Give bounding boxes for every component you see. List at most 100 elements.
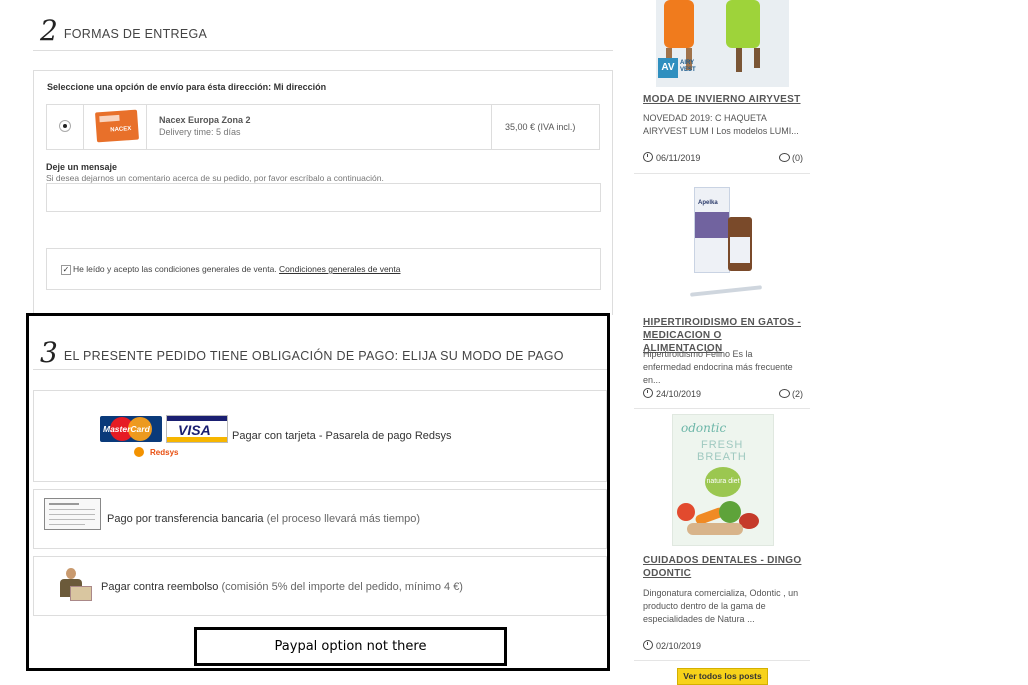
carrier-radio-cell (47, 105, 84, 149)
post-1-comments: (0) (792, 152, 803, 163)
post-3-title[interactable]: CUIDADOS DENTALES - DINGO ODONTIC (643, 554, 803, 580)
post-3-date-wrap: 02/10/2019 (643, 640, 701, 651)
shipping-panel: Seleccione una opción de envío para ésta… (33, 70, 613, 315)
post-2-comments: (2) (792, 388, 803, 399)
redsys-icon (134, 447, 144, 457)
post-3-image[interactable]: odontic FRESH BREATH natura diet (672, 414, 774, 546)
post-3-separator (634, 660, 810, 661)
post-3-veg-broccoli (719, 501, 741, 523)
nacex-logo: NACEX (95, 109, 139, 143)
bank-transfer-icon (44, 498, 101, 530)
shipping-select-label: Seleccione una opción de envío para ésta… (47, 82, 327, 92)
carrier-radio[interactable] (59, 120, 71, 132)
post-2-date: 24/10/2019 (656, 389, 702, 399)
terms-text-wrap: He leído y acepto las condiciones genera… (73, 264, 401, 274)
message-textarea[interactable] (46, 183, 601, 212)
post-1-image[interactable]: AV AIRY VEST (656, 0, 789, 87)
post-2-bottle-label (730, 237, 750, 263)
post-2-box: Apelka (694, 187, 730, 273)
post-1-comments-wrap[interactable]: (0) (779, 152, 803, 163)
step2-divider (33, 50, 613, 51)
post-2-comments-wrap[interactable]: (2) (779, 388, 803, 399)
payment-option-cod[interactable]: Pagar contra reembolso (comisión 5% del … (33, 556, 607, 616)
post-1-title[interactable]: MODA DE INVIERNO AIRYVEST (643, 93, 803, 106)
post-2-excerpt: Hipertiroidismo Felino Es la enfermedad … (643, 349, 793, 385)
payment-option-cod-label: Pagar contra reembolso (101, 581, 219, 593)
airyvest-logo-icon: AV (658, 58, 678, 78)
delivery-person-icon (54, 566, 94, 602)
bank-doc-line-3 (49, 514, 95, 515)
bank-doc-line-1 (49, 503, 79, 505)
post-3-veg-potato (687, 523, 743, 535)
post-1-dog-leg-3 (736, 48, 742, 72)
post-3-natura-badge: natura diet (705, 467, 741, 497)
bank-doc-line-2 (49, 509, 95, 510)
delivery-person-head (66, 568, 76, 579)
post-1-dog-leg-4 (754, 48, 760, 68)
post-1-excerpt: NOVEDAD 2019: C HAQUETA AIRYVEST LUM I L… (643, 113, 799, 136)
annotation-box: Paypal option not there (194, 627, 507, 666)
carrier-radio-dot (63, 124, 67, 128)
post-2-syringe (689, 285, 763, 297)
mastercard-text: MasterCard (103, 424, 150, 434)
terms-box: ✓ He leído y acepto las condiciones gene… (46, 248, 601, 290)
clock-icon (643, 388, 653, 398)
step2-number: 2 (40, 14, 58, 47)
post-1-dog-vest-green (726, 0, 760, 48)
post-3-meta: 02/10/2019 (643, 640, 803, 651)
post-1-dog-vest-orange (664, 0, 694, 48)
clock-icon (643, 640, 653, 650)
visa-logo: VISA (166, 415, 228, 443)
post-2-box-label: Apelka (698, 200, 718, 206)
nacex-logo-text: NACEX (110, 126, 132, 134)
blog-sidebar: AV AIRY VEST MODA DE INVIERNO AIRYVEST N… (634, 0, 810, 685)
terms-text: He leído y acepto las condiciones genera… (73, 264, 277, 274)
post-3-breath-text: BREATH (697, 451, 747, 463)
post-2-separator (634, 408, 810, 409)
delivery-package (70, 586, 92, 601)
nacex-logo-stripe (99, 114, 120, 123)
comments-icon (779, 152, 790, 162)
post-3-excerpt: Dingonatura comercializa, Odontic , un p… (643, 588, 799, 624)
payment-option-cod-note: (comisión 5% del importe del pedido, mín… (221, 581, 463, 593)
carrier-price: 35,00 € (IVA incl.) (505, 122, 576, 132)
terms-link[interactable]: Condiciones generales de venta (279, 264, 400, 274)
payment-option-transfer-note: (el proceso llevará más tiempo) (266, 513, 421, 525)
post-2-date-wrap: 24/10/2019 (643, 388, 701, 399)
step2-title: FORMAS DE ENTREGA (63, 27, 208, 41)
payment-option-transfer-text: Pago por transferencia bancaria (el proc… (107, 513, 420, 525)
comments-icon (779, 388, 790, 398)
payment-option-transfer-label: Pago por transferencia bancaria (107, 513, 264, 525)
post-2-box-band (695, 212, 729, 238)
visa-text: VISA (178, 422, 211, 438)
payment-option-transfer[interactable]: Pago por transferencia bancaria (el proc… (33, 489, 607, 549)
clock-icon (643, 152, 653, 162)
post-1-date-wrap: 06/11/2019 (643, 152, 700, 163)
terms-checkbox[interactable]: ✓ (61, 265, 71, 275)
step3-number: 3 (40, 336, 58, 369)
annotation-text: Paypal option not there (274, 639, 427, 654)
payment-option-cod-text: Pagar contra reembolso (comisión 5% del … (101, 581, 463, 593)
redsys-text: Redsys (150, 448, 179, 457)
post-1-separator (634, 173, 810, 174)
post-3-fresh-text: FRESH (701, 439, 744, 451)
post-3-date: 02/10/2019 (656, 641, 702, 651)
carrier-name: Nacex Europa Zona 2 (159, 115, 251, 125)
post-3-odontic-text: odontic (681, 421, 727, 435)
post-1-date: 06/11/2019 (656, 153, 701, 163)
post-2-bottle (728, 217, 752, 271)
post-2-image[interactable]: Apelka (656, 185, 768, 303)
bank-doc-line-4 (49, 519, 95, 520)
see-all-posts-button[interactable]: Ver todos los posts (677, 668, 768, 685)
visa-stripe-top (167, 416, 227, 421)
message-label: Deje un mensaje (46, 162, 118, 172)
step3-title: EL PRESENTE PEDIDO TIENE OBLIGACIÓN DE P… (63, 349, 564, 363)
airyvest-logo-text: AIRY VEST (680, 60, 696, 73)
payment-option-card[interactable]: MasterCard VISA Redsys Pagar con tarjeta… (33, 390, 607, 482)
post-3-veg-tomato (677, 503, 695, 521)
carrier-logo-cell: NACEX (84, 105, 147, 149)
step2-heading: 2 FORMAS DE ENTREGA (40, 14, 208, 47)
payment-option-card-label: Pagar con tarjeta - Pasarela de pago Red… (232, 430, 452, 442)
carrier-row[interactable]: NACEX Nacex Europa Zona 2 Delivery time:… (46, 104, 600, 150)
step3-divider (33, 369, 607, 370)
